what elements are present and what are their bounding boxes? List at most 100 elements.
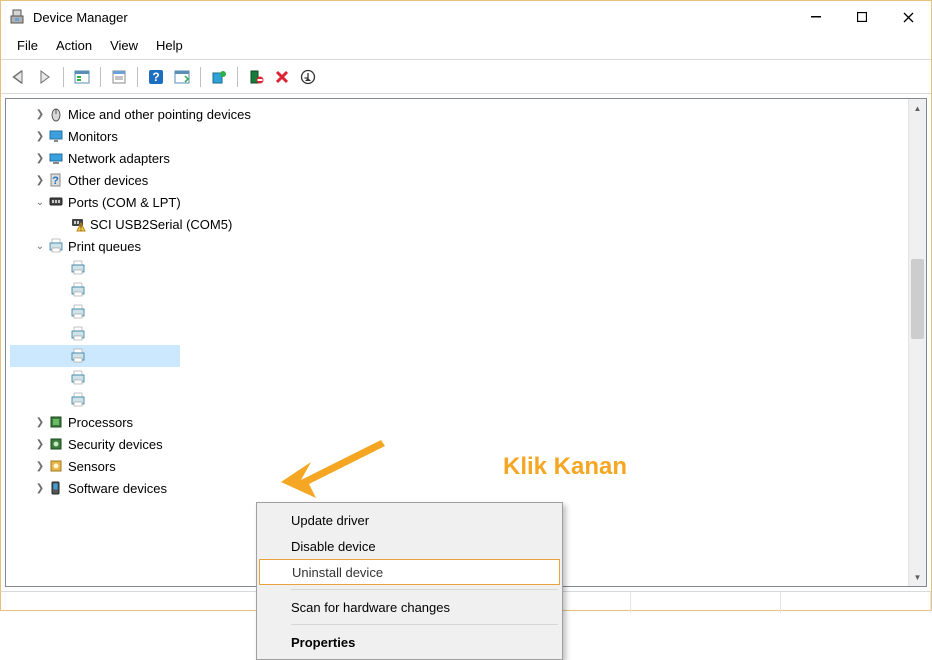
software-icon: [48, 480, 64, 496]
expander-icon[interactable]: ❯: [32, 175, 48, 186]
close-button[interactable]: [885, 1, 931, 33]
tree-node-label: Ports (COM & LPT): [68, 195, 181, 210]
menu-action[interactable]: Action: [48, 36, 100, 55]
back-button[interactable]: [7, 65, 31, 89]
window-title: Device Manager: [33, 10, 793, 25]
tree-node[interactable]: ⌄ Print queues: [10, 235, 908, 257]
window-controls: [793, 1, 931, 33]
tree-node[interactable]: ⌄ Ports (COM & LPT): [10, 191, 908, 213]
scroll-thumb[interactable]: [911, 259, 924, 339]
tree-node[interactable]: ❯ Mice and other pointing devices: [10, 103, 908, 125]
menu-help[interactable]: Help: [148, 36, 191, 55]
printer-icon: [70, 348, 86, 364]
svg-text:?: ?: [52, 175, 59, 187]
menu-view[interactable]: View: [102, 36, 146, 55]
tree-node-label: Network adapters: [68, 151, 170, 166]
printer-icon: [70, 326, 86, 342]
svg-text:!: !: [80, 224, 82, 233]
svg-text:?: ?: [152, 70, 159, 84]
context-menu-item[interactable]: Properties: [259, 629, 560, 655]
tree-node-label: Security devices: [68, 437, 163, 452]
tree-node[interactable]: ❯ Processors: [10, 411, 908, 433]
question-icon: ?: [48, 172, 64, 188]
vertical-scrollbar[interactable]: ▲ ▼: [908, 99, 926, 586]
context-menu-separator: [291, 589, 558, 590]
context-menu: Update driver Disable device Uninstall dev…: [256, 502, 563, 660]
tree-node[interactable]: [10, 389, 908, 411]
menubar: File Action View Help: [1, 33, 931, 57]
scan-button[interactable]: [170, 65, 194, 89]
help-button[interactable]: ?: [144, 65, 168, 89]
context-menu-label: Scan for hardware changes: [291, 600, 450, 615]
tree-node-label: Sensors: [68, 459, 116, 474]
printer-icon: [70, 282, 86, 298]
expander-icon[interactable]: ⌄: [32, 197, 48, 208]
tree-node[interactable]: [10, 367, 908, 389]
expander-icon[interactable]: ❯: [32, 153, 48, 164]
expander-icon[interactable]: ❯: [32, 483, 48, 494]
context-menu-item[interactable]: Scan for hardware changes: [259, 594, 560, 620]
tree-node[interactable]: [10, 301, 908, 323]
tree-node-label: Processors: [68, 415, 133, 430]
context-menu-label: Disable device: [291, 539, 376, 554]
context-menu-label: Properties: [291, 635, 355, 650]
expander-icon[interactable]: ⌄: [32, 241, 48, 252]
network-icon: [48, 150, 64, 166]
tree-node[interactable]: [10, 257, 908, 279]
printer-icon: [70, 392, 86, 408]
tree-node-label: Other devices: [68, 173, 148, 188]
tree-node-label: Software devices: [68, 481, 167, 496]
scan-hardware-button[interactable]: [296, 65, 320, 89]
expander-icon[interactable]: ❯: [32, 109, 48, 120]
expander-icon[interactable]: ❯: [32, 439, 48, 450]
update-driver-button[interactable]: [207, 65, 231, 89]
context-menu-item[interactable]: Uninstall device: [259, 559, 560, 585]
tree-node[interactable]: [10, 345, 180, 367]
tree-node[interactable]: ! SCI USB2Serial (COM5): [10, 213, 908, 235]
printer-icon: [70, 304, 86, 320]
tree-node[interactable]: ❯ Monitors: [10, 125, 908, 147]
minimize-button[interactable]: [793, 1, 839, 33]
tree-node[interactable]: ❯? Other devices: [10, 169, 908, 191]
tree-node-label: SCI USB2Serial (COM5): [90, 217, 232, 232]
content-area: ❯ Mice and other pointing devices ❯ Monitor…: [1, 94, 931, 591]
titlebar: Device Manager: [1, 1, 931, 33]
mouse-icon: [48, 106, 64, 122]
show-all-button[interactable]: [70, 65, 94, 89]
context-menu-item[interactable]: Update driver: [259, 507, 560, 533]
toolbar: ?: [1, 60, 931, 94]
menu-file[interactable]: File: [9, 36, 46, 55]
context-menu-label: Uninstall device: [292, 565, 383, 580]
sensor-icon: [48, 458, 64, 474]
tree-node[interactable]: ❯ Sensors: [10, 455, 908, 477]
context-menu-item[interactable]: Disable device: [259, 533, 560, 559]
properties-button[interactable]: [107, 65, 131, 89]
monitor-icon: [48, 128, 64, 144]
tree-node[interactable]: [10, 323, 908, 345]
printer-icon: [70, 370, 86, 386]
app-icon: [9, 9, 25, 25]
security-icon: [48, 436, 64, 452]
delete-button[interactable]: [270, 65, 294, 89]
uninstall-button[interactable]: [244, 65, 268, 89]
tree-node[interactable]: [10, 279, 908, 301]
tree-node[interactable]: ❯ Network adapters: [10, 147, 908, 169]
maximize-button[interactable]: [839, 1, 885, 33]
tree-node-label: Mice and other pointing devices: [68, 107, 251, 122]
expander-icon[interactable]: ❯: [32, 461, 48, 472]
context-menu-separator: [291, 624, 558, 625]
processor-icon: [48, 414, 64, 430]
tree-node[interactable]: ❯ Software devices: [10, 477, 908, 499]
expander-icon[interactable]: ❯: [32, 417, 48, 428]
port-icon: [48, 194, 64, 210]
tree-node[interactable]: ❯ Security devices: [10, 433, 908, 455]
tree-node-label: Print queues: [68, 239, 141, 254]
forward-button[interactable]: [33, 65, 57, 89]
printer-icon: [70, 260, 86, 276]
context-menu-label: Update driver: [291, 513, 369, 528]
port-warn-icon: !: [70, 216, 86, 232]
expander-icon[interactable]: ❯: [32, 131, 48, 142]
scroll-down-arrow[interactable]: ▼: [909, 568, 926, 586]
tree-node-label: Monitors: [68, 129, 118, 144]
scroll-up-arrow[interactable]: ▲: [909, 99, 926, 117]
